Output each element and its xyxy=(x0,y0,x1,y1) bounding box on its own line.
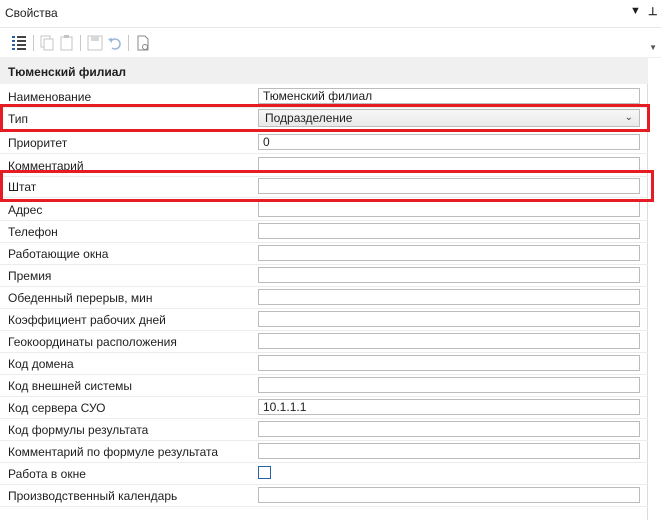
panel-dropdown-icon[interactable]: ▼ xyxy=(630,5,641,17)
property-value-input[interactable] xyxy=(258,487,640,503)
property-value-input[interactable]: 10.1.1.1 xyxy=(258,399,640,415)
chevron-down-icon[interactable]: ⌄ xyxy=(625,110,633,126)
property-row: Обеденный перерыв, мин xyxy=(0,287,648,309)
undo-icon[interactable] xyxy=(106,34,124,52)
property-value-input[interactable] xyxy=(258,223,640,239)
property-label: Комментарий по формуле результата xyxy=(8,445,219,459)
property-value-input[interactable] xyxy=(258,421,640,437)
property-row: Работающие окна xyxy=(0,243,648,265)
property-label: Обеденный перерыв, мин xyxy=(8,291,153,305)
panel-title: Свойства xyxy=(5,6,58,20)
property-label: Геокоординаты расположения xyxy=(8,335,177,349)
toolbar-separator xyxy=(33,35,34,51)
property-value-input[interactable] xyxy=(258,355,640,371)
property-label: Производственный календарь xyxy=(8,489,178,503)
property-value-input[interactable] xyxy=(258,443,640,459)
property-label: Адрес xyxy=(8,203,43,217)
property-row: Тип Подразделение ⌄ xyxy=(0,108,648,130)
property-label: Наименование xyxy=(8,90,92,104)
property-row: Работа в окне xyxy=(0,463,648,485)
property-value-input[interactable] xyxy=(258,201,640,217)
toolbar: ▼ xyxy=(0,28,661,58)
property-value-input[interactable] xyxy=(258,311,640,327)
group-header: Тюменский филиал xyxy=(0,58,648,84)
paste-icon[interactable] xyxy=(58,34,76,52)
property-row: Наименование Тюменский филиал xyxy=(0,86,648,108)
property-value-input[interactable] xyxy=(258,267,640,283)
property-label: Штат xyxy=(8,180,37,194)
property-label: Коэффициент рабочих дней xyxy=(8,313,166,327)
property-value-input[interactable] xyxy=(258,178,640,194)
document-icon[interactable] xyxy=(134,34,152,52)
property-label: Работа в окне xyxy=(8,467,86,481)
type-select[interactable]: Подразделение ⌄ xyxy=(258,109,640,127)
panel-titlebar: Свойства ▼ ⊥ xyxy=(0,0,661,28)
property-value-input[interactable]: 0 xyxy=(258,134,640,150)
work-in-window-checkbox[interactable] xyxy=(258,466,271,479)
property-label: Работающие окна xyxy=(8,247,109,261)
property-row: Премия xyxy=(0,265,648,287)
property-row: Код внешней системы xyxy=(0,375,648,397)
property-grid: Тюменский филиал Наименование Тюменский ф… xyxy=(0,58,648,520)
property-row: Приоритет 0 xyxy=(0,132,648,154)
pin-icon[interactable]: ⊥ xyxy=(648,5,658,18)
property-value-input[interactable] xyxy=(258,377,640,393)
property-value-input[interactable] xyxy=(258,245,640,261)
copy-icon[interactable] xyxy=(38,34,56,52)
property-row: Код сервера СУО 10.1.1.1 xyxy=(0,397,648,419)
list-view-icon[interactable] xyxy=(10,34,28,52)
type-select-value: Подразделение xyxy=(265,111,353,125)
property-label: Код домена xyxy=(8,357,74,371)
property-value-input[interactable] xyxy=(258,289,640,305)
property-row: Адрес xyxy=(0,199,648,221)
property-value-input[interactable] xyxy=(258,333,640,349)
property-row: Телефон xyxy=(0,221,648,243)
property-row: Коэффициент рабочих дней xyxy=(0,309,648,331)
toolbar-separator xyxy=(128,35,129,51)
property-label: Код внешней системы xyxy=(8,379,132,393)
toolbar-overflow-icon[interactable]: ▼ xyxy=(649,43,657,52)
property-value-input[interactable] xyxy=(258,157,640,173)
property-row: Комментарий xyxy=(0,155,648,177)
save-icon[interactable] xyxy=(86,34,104,52)
property-row: Штат xyxy=(0,176,648,198)
property-row: Геокоординаты расположения xyxy=(0,331,648,353)
group-title: Тюменский филиал xyxy=(8,65,127,79)
property-label: Код формулы результата xyxy=(8,423,149,437)
property-label: Комментарий xyxy=(8,159,84,173)
property-value-input[interactable]: Тюменский филиал xyxy=(258,88,640,104)
property-label: Приоритет xyxy=(8,136,68,150)
property-row: Производственный календарь xyxy=(0,485,648,507)
property-label: Премия xyxy=(8,269,52,283)
toolbar-separator xyxy=(80,35,81,51)
property-label: Телефон xyxy=(8,225,58,239)
property-row: Комментарий по формуле результата xyxy=(0,441,648,463)
property-row: Код домена xyxy=(0,353,648,375)
property-label: Код сервера СУО xyxy=(8,401,106,415)
property-label: Тип xyxy=(8,112,29,126)
property-row: Код формулы результата xyxy=(0,419,648,441)
